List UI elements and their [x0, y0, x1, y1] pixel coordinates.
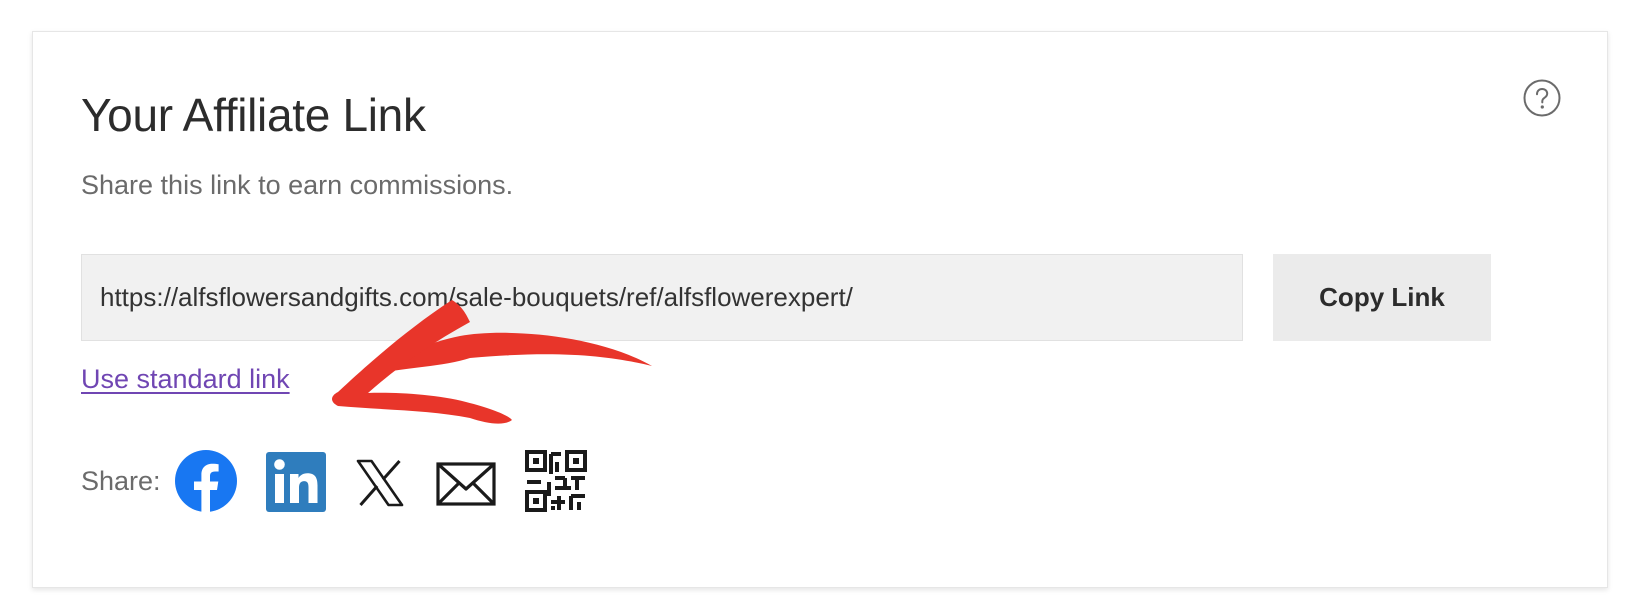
email-icon[interactable] [436, 462, 496, 506]
card-subtitle: Share this link to earn commissions. [81, 170, 514, 200]
copy-link-button[interactable]: Copy Link [1273, 254, 1491, 341]
linkedin-icon[interactable] [266, 452, 326, 512]
question-circle-icon[interactable] [1523, 79, 1561, 117]
affiliate-link-card: Your Affiliate Link Share this link to e… [32, 31, 1608, 588]
use-standard-link[interactable]: Use standard link [81, 364, 290, 395]
qr-code-icon[interactable] [525, 450, 587, 512]
x-icon[interactable] [356, 459, 404, 507]
affiliate-link-field[interactable] [81, 254, 1243, 341]
card-title: Your Affiliate Link [81, 89, 426, 141]
facebook-icon[interactable] [175, 450, 237, 512]
share-label: Share: [81, 466, 161, 496]
